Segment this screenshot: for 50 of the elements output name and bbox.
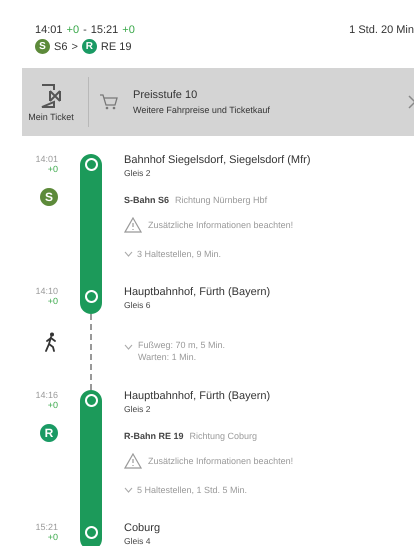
separator-text: -	[83, 24, 87, 36]
chevron-right-icon	[408, 95, 414, 109]
delay-text: +0	[48, 400, 58, 410]
delay-text: +0	[66, 24, 80, 36]
stop-node	[80, 154, 102, 182]
fares-button[interactable]: Preisstufe 10 Weitere Fahrpreise und Ticketkauf	[99, 89, 414, 115]
departure-time: 14:01	[35, 24, 63, 36]
delay-text: +0	[48, 532, 58, 542]
delay-text: +0	[48, 296, 58, 306]
platform-text: Gleis 2	[124, 168, 152, 178]
cart-icon	[99, 93, 119, 111]
delay-text: +0	[48, 164, 58, 174]
my-ticket-button[interactable]: Mein Ticket	[22, 82, 80, 122]
line-name: R-Bahn RE 19	[124, 431, 184, 441]
chevron-down-icon	[124, 487, 133, 493]
delay-text: +0	[122, 24, 135, 36]
stop-name[interactable]: Hauptbahnhof, Fürth (Bayern)	[124, 286, 414, 298]
line-name: S6	[54, 40, 68, 52]
stop-node	[80, 390, 102, 418]
duration-text: 1 Std. 20 Min	[349, 24, 414, 36]
platform-text: Gleis 6	[124, 300, 152, 310]
line-badge: R	[82, 39, 97, 54]
warning-icon	[124, 453, 142, 469]
stop-time: 15:21	[35, 522, 58, 532]
line-badge: R	[40, 424, 58, 442]
chevron-down-icon	[124, 251, 133, 257]
price-level: Preisstufe 10	[133, 89, 198, 101]
walk-info: Fußweg: 70 m, 5 Min.	[138, 340, 226, 350]
warning-icon	[124, 217, 142, 233]
line-badge: S	[40, 188, 58, 206]
direction-text: Richtung Coburg	[190, 431, 258, 441]
platform-text: Gleis 4	[124, 536, 152, 546]
fares-subtitle: Weitere Fahrpreise und Ticketkauf	[133, 105, 271, 115]
walk-info: Warten: 1 Min.	[138, 352, 198, 362]
stop-time: 14:10	[35, 286, 58, 296]
stop-name[interactable]: Hauptbahnhof, Fürth (Bayern)	[124, 390, 414, 402]
line-name: S-Bahn S6	[124, 195, 170, 205]
walking-person-icon	[44, 332, 58, 352]
line-badge: S	[35, 39, 50, 54]
stop-node	[80, 286, 102, 314]
stop-time: 14:01	[35, 154, 58, 164]
chevron-down-icon	[124, 344, 133, 350]
stop-name[interactable]: Bahnhof Siegelsdorf, Siegelsdorf (Mfr)	[124, 154, 414, 166]
line-name: RE 19	[100, 40, 132, 52]
route-separator: >	[71, 40, 78, 52]
direction-text: Richtung Nürnberg Hbf	[175, 195, 268, 205]
platform-text: Gleis 2	[124, 404, 152, 414]
stop-name[interactable]: Coburg	[124, 522, 414, 534]
arrival-time: 15:21	[90, 24, 118, 36]
stop-time: 14:16	[35, 390, 58, 400]
